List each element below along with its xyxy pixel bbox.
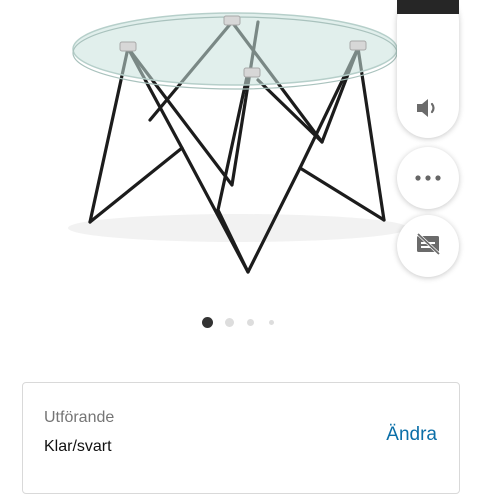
captions-off-icon [415, 232, 441, 261]
captions-toggle-button[interactable] [397, 215, 459, 277]
pagination-dot-3[interactable] [247, 319, 254, 326]
pagination-dot-4[interactable] [269, 320, 274, 325]
change-variant-link[interactable]: Ändra [386, 424, 437, 446]
pagination-dot-1[interactable] [202, 317, 213, 328]
gallery-pagination [0, 316, 480, 330]
more-options-button[interactable] [397, 147, 459, 209]
panel-header-strip [397, 0, 459, 14]
more-horizontal-icon [414, 169, 442, 187]
variant-value: Klar/svart [44, 438, 112, 455]
pagination-dot-2[interactable] [225, 318, 234, 327]
variant-title: Utförande [44, 409, 115, 426]
variant-selector-card: Utförande Klar/svart Ändra [22, 382, 460, 494]
volume-icon [414, 96, 442, 125]
sound-button[interactable] [397, 79, 459, 141]
